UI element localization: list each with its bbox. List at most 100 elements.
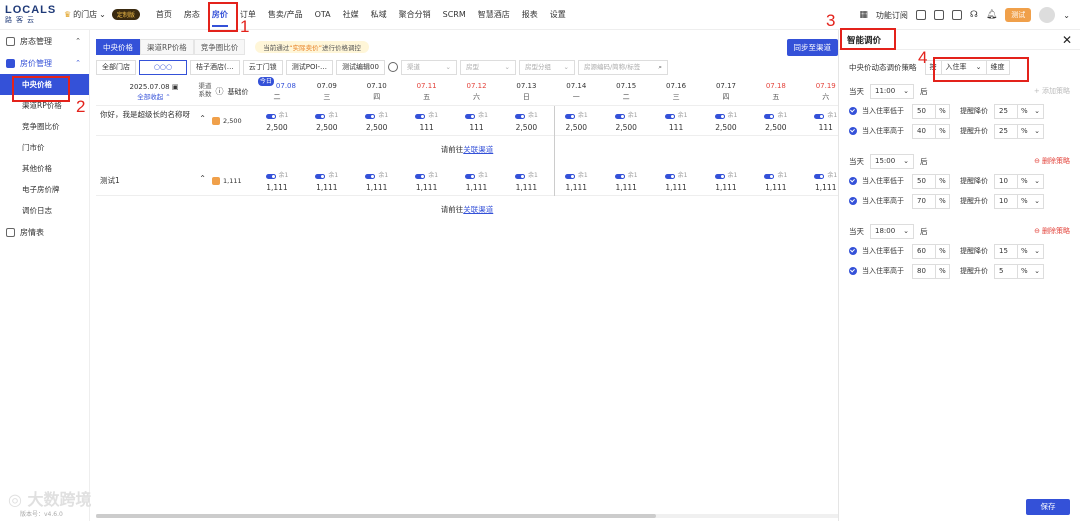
toggle-switch[interactable] (814, 113, 825, 119)
sidebar-item-2[interactable]: 竞争圈比价 (0, 116, 89, 137)
price-cell[interactable]: 余1 111 (452, 106, 502, 135)
availability-toggle[interactable]: 余1 (302, 110, 352, 122)
adjust-input[interactable]: 25 (994, 123, 1018, 139)
all-stores-button[interactable]: 全部门店 (96, 59, 136, 75)
unit-select[interactable]: % ⌄ (1018, 123, 1044, 139)
info-icon[interactable]: ⓘ (216, 86, 224, 97)
threshold-input[interactable]: 80 (912, 263, 936, 279)
check-icon[interactable] (849, 177, 857, 185)
more-stores-button[interactable]: ○○○ (139, 59, 187, 75)
availability-toggle[interactable]: 余1 (252, 170, 302, 182)
price-cell[interactable]: 余1 1,111 (751, 166, 801, 195)
threshold-input[interactable]: 60 (912, 243, 936, 259)
sidebar-item-5[interactable]: 电子房价牌 (0, 179, 89, 200)
nav-item-0[interactable]: 首页 (150, 0, 178, 30)
link-channel[interactable]: 关联渠道 (463, 145, 493, 154)
toggle-switch[interactable] (415, 173, 426, 179)
toggle-switch[interactable] (614, 173, 625, 179)
adjust-input[interactable]: 25 (994, 103, 1018, 119)
link-channel[interactable]: 关联渠道 (463, 205, 493, 214)
toggle-switch[interactable] (564, 173, 575, 179)
threshold-input[interactable]: 70 (912, 193, 936, 209)
close-icon[interactable]: ✕ (1062, 33, 1072, 47)
nav-item-4[interactable]: 售卖/产品 (262, 0, 309, 30)
brand-logo[interactable]: LOCALS 路客云 (0, 5, 62, 24)
delete-strategy-button[interactable]: 删除策略 (1042, 226, 1070, 236)
nav-item-6[interactable]: 社媒 (337, 0, 365, 30)
room-group-select[interactable]: 房型分组 ⌄ (518, 59, 575, 75)
search-input[interactable]: 房源编码/简称/标签 ⌕ (577, 59, 668, 75)
store-filter-orange[interactable]: 桔子酒店(… (190, 59, 240, 75)
add-strategy-button[interactable]: + 添加策略 (1034, 86, 1070, 96)
horizontal-scrollbar[interactable] (96, 514, 838, 518)
bell-icon[interactable]: 🔔︎ (986, 10, 997, 20)
price-cell[interactable]: 余1 111 (651, 106, 701, 135)
toggle-switch[interactable] (265, 113, 276, 119)
unit-select[interactable]: % ⌄ (1018, 193, 1044, 209)
availability-toggle[interactable]: 余1 (701, 110, 751, 122)
availability-toggle[interactable]: 余1 (551, 110, 601, 122)
check-icon[interactable] (849, 197, 857, 205)
channel-select[interactable]: 渠道 ⌄ (400, 59, 457, 75)
grid-icon[interactable]: ▦ (859, 10, 868, 20)
tab-central-price[interactable]: 中央价格 (96, 39, 140, 55)
availability-toggle[interactable]: 余1 (701, 170, 751, 182)
toggle-switch[interactable] (664, 173, 675, 179)
check-icon[interactable] (849, 267, 857, 275)
threshold-input[interactable]: 50 (912, 173, 936, 189)
toggle-switch[interactable] (315, 113, 326, 119)
toggle-switch[interactable] (514, 113, 525, 119)
price-cell[interactable]: 余1 1,111 (501, 166, 551, 195)
availability-toggle[interactable]: 余1 (352, 110, 402, 122)
nav-item-8[interactable]: 聚合分销 (393, 0, 437, 30)
price-cell[interactable]: 余1 1,111 (651, 166, 701, 195)
price-cell[interactable]: 余1 1,111 (402, 166, 452, 195)
check-icon[interactable] (933, 10, 944, 20)
price-cell[interactable]: 余1 1,111 (252, 166, 302, 195)
price-cell[interactable]: 余1 2,500 (551, 106, 601, 135)
feature-subscribe[interactable]: 功能订阅 (876, 10, 908, 21)
nav-item-12[interactable]: 设置 (544, 0, 572, 30)
time-select[interactable]: 18:00 ⌄ (870, 223, 914, 239)
toggle-switch[interactable] (514, 173, 525, 179)
tab-competitor[interactable]: 竞争圈比价 (193, 39, 246, 55)
price-cell[interactable]: 余1 2,500 (701, 106, 751, 135)
nav-item-9[interactable]: SCRM (437, 0, 472, 30)
store-filter-edit[interactable]: 测试编辑00 (336, 59, 385, 75)
availability-toggle[interactable]: 余1 (402, 170, 452, 182)
tab-channel-rp[interactable]: 渠道RP价格 (140, 39, 194, 55)
availability-toggle[interactable]: 余1 (252, 110, 302, 122)
toggle-switch[interactable] (465, 173, 476, 179)
toggle-switch[interactable] (764, 113, 775, 119)
test-badge[interactable]: 测试 (1005, 8, 1032, 22)
adjust-input[interactable]: 15 (994, 243, 1018, 259)
price-cell[interactable]: 余1 2,500 (252, 106, 302, 135)
availability-toggle[interactable]: 余1 (501, 170, 551, 182)
sidebar-item-4[interactable]: 其他价格 (0, 158, 89, 179)
nav-item-2[interactable]: 房价 (206, 0, 234, 30)
availability-toggle[interactable]: 余1 (452, 170, 502, 182)
availability-toggle[interactable]: 余1 (651, 170, 701, 182)
availability-toggle[interactable]: 余1 (601, 110, 651, 122)
availability-toggle[interactable]: 余1 (402, 110, 452, 122)
save-button[interactable]: 保存 (1026, 499, 1070, 515)
sidebar-group-price[interactable]: 房价管理 ⌃ (0, 52, 89, 74)
toggle-switch[interactable] (365, 173, 376, 179)
sync-to-channel-button[interactable]: 同步至渠道 (786, 38, 838, 56)
collapse-icon[interactable]: ⌃ (199, 114, 206, 123)
availability-toggle[interactable]: 余1 (551, 170, 601, 182)
availability-toggle[interactable]: 余1 (501, 110, 551, 122)
sidebar-item-3[interactable]: 门市价 (0, 137, 89, 158)
collapse-icon[interactable]: ⌃ (199, 174, 206, 183)
threshold-input[interactable]: 50 (912, 103, 936, 119)
sidebar-item-6[interactable]: 调价日志 (0, 200, 89, 221)
store-filter-poi[interactable]: 测试POI-… (285, 59, 334, 75)
toggle-switch[interactable] (365, 113, 376, 119)
price-cell[interactable]: 余1 1,111 (452, 166, 502, 195)
toggle-switch[interactable] (265, 173, 276, 179)
availability-toggle[interactable]: 余1 (452, 110, 502, 122)
unit-select[interactable]: % ⌄ (1018, 243, 1044, 259)
check-icon[interactable] (849, 127, 857, 135)
toggle-switch[interactable] (814, 173, 825, 179)
delete-strategy-button[interactable]: 删除策略 (1042, 156, 1070, 166)
